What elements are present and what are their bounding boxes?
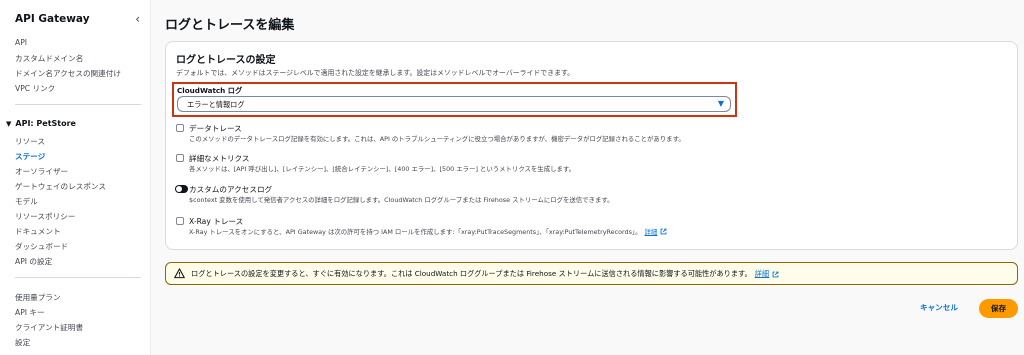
xray-tracing-label: X-Ray トレース xyxy=(189,217,244,226)
save-button[interactable]: 保存 xyxy=(979,299,1018,318)
custom-access-log-description: $context 変数を使用して発信者アクセスの詳細をログ記録します。Cloud… xyxy=(189,196,614,204)
sidebar-item-api-settings[interactable]: API の設定 xyxy=(15,256,52,267)
custom-access-log-toggle[interactable] xyxy=(175,185,188,193)
detailed-metrics-description: 各メソッドは、[API 呼び出し]、[レイテンシー]、[統合レイテンシー]、[4… xyxy=(189,165,576,173)
sidebar-section-api-petstore[interactable]: ▼ API: PetStore xyxy=(6,119,76,128)
sidebar-item-domain-name-access-associations[interactable]: ドメイン名アクセスの関連付け xyxy=(15,68,121,79)
sidebar-item-api[interactable]: API xyxy=(15,38,27,47)
panel-title: ログとトレースの設定 xyxy=(176,55,276,66)
sidebar-item-stages[interactable]: ステージ xyxy=(15,151,45,162)
data-trace-description: このメソッドのデータトレースログ記録を有効にします。これは、API のトラブルシ… xyxy=(189,135,685,143)
custom-access-log-label: カスタムのアクセスログ xyxy=(189,185,273,194)
warning-learn-more-link[interactable]: 詳細 xyxy=(755,269,769,279)
sidebar-item-api-keys[interactable]: API キー xyxy=(15,307,45,318)
sidebar-item-client-certificates[interactable]: クライアント証明書 xyxy=(15,322,83,333)
xray-learn-more-link[interactable]: 詳細 xyxy=(645,227,658,236)
cloudwatch-logs-label: CloudWatch ログ xyxy=(177,86,243,95)
external-link-icon[interactable] xyxy=(772,271,779,278)
xray-tracing-checkbox[interactable] xyxy=(176,217,184,225)
page-title: ログとトレースを編集 xyxy=(165,18,295,33)
sidebar-title: API Gateway xyxy=(15,13,90,25)
sidebar-divider xyxy=(15,277,141,278)
side-navigation: API Gateway ‹ API カスタムドメイン名 ドメイン名アクセスの関連… xyxy=(0,0,151,355)
sidebar-item-vpc-links[interactable]: VPC リンク xyxy=(15,83,55,94)
sidebar-item-settings[interactable]: 設定 xyxy=(15,337,30,348)
data-trace-checkbox[interactable] xyxy=(176,124,184,132)
panel-description: デフォルトでは、メソッドはステージレベルで適用された設定を継承します。設定はメソ… xyxy=(176,69,575,77)
warning-message: ログとトレースの設定を変更すると、すぐに有効になります。これは CloudWat… xyxy=(191,269,752,278)
cloudwatch-logs-field: CloudWatch ログ エラーと情報ログ ▼ xyxy=(172,82,737,117)
warning-alert: ログとトレースの設定を変更すると、すぐに有効になります。これは CloudWat… xyxy=(165,262,1018,285)
sidebar-item-authorizers[interactable]: オーソライザー xyxy=(15,166,68,177)
sidebar-header: API Gateway ‹ xyxy=(15,12,140,26)
cloudwatch-logs-selected-value: エラーと情報ログ xyxy=(187,100,245,109)
cancel-button[interactable]: キャンセル xyxy=(920,302,958,313)
sidebar-section-title: API: PetStore xyxy=(15,119,76,128)
warning-icon xyxy=(174,268,185,279)
sidebar-item-dashboard[interactable]: ダッシュボード xyxy=(15,241,68,252)
logs-and-tracing-panel: ログとトレースの設定 デフォルトでは、メソッドはステージレベルで適用された設定を… xyxy=(165,41,1018,250)
data-trace-label: データトレース xyxy=(189,124,242,133)
cloudwatch-logs-select[interactable]: エラーと情報ログ ▼ xyxy=(177,96,731,112)
sidebar-divider xyxy=(15,104,141,105)
sidebar-item-models[interactable]: モデル xyxy=(15,196,38,207)
detailed-metrics-label: 詳細なメトリクス xyxy=(189,154,250,163)
warning-message-row: ログとトレースの設定を変更すると、すぐに有効になります。これは CloudWat… xyxy=(191,269,779,279)
sidebar-item-resources[interactable]: リソース xyxy=(15,136,45,147)
caret-down-icon: ▼ xyxy=(6,119,12,128)
toggle-knob xyxy=(176,186,182,192)
sidebar-item-custom-domain-names[interactable]: カスタムドメイン名 xyxy=(15,53,83,64)
xray-tracing-description: X-Ray トレースをオンにすると、API Gateway は次の許可を持つ I… xyxy=(189,228,642,236)
xray-tracing-description-row: X-Ray トレースをオンにすると、API Gateway は次の許可を持つ I… xyxy=(189,227,667,236)
sidebar-item-resource-policy[interactable]: リソースポリシー xyxy=(15,211,75,222)
detailed-metrics-checkbox[interactable] xyxy=(176,154,184,162)
collapse-sidebar-icon[interactable]: ‹ xyxy=(135,13,140,25)
sidebar-item-gateway-responses[interactable]: ゲートウェイのレスポンス xyxy=(15,181,106,192)
sidebar-item-documentation[interactable]: ドキュメント xyxy=(15,226,61,237)
caret-down-icon: ▼ xyxy=(717,99,724,108)
external-link-icon[interactable] xyxy=(660,228,667,235)
sidebar-item-usage-plans[interactable]: 使用量プラン xyxy=(15,292,61,303)
